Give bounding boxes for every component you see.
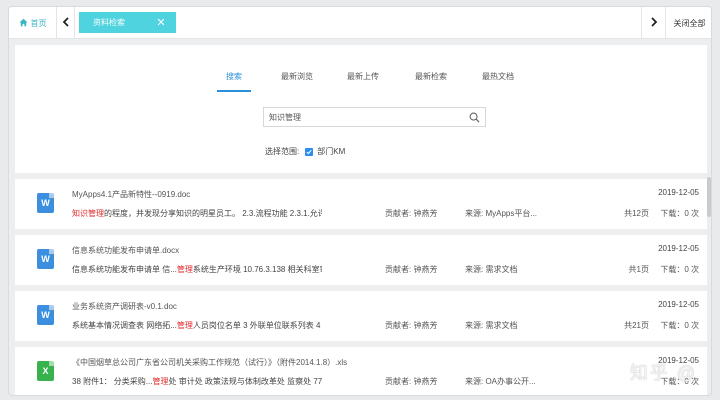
app-frame: 首页 资料检索 ✕ 关闭全部 搜索 最新浏览 最新上传 最新检索 最热文档 知识… — [8, 6, 712, 396]
chevron-right-icon — [650, 17, 658, 29]
search-icon[interactable] — [469, 112, 480, 123]
tab-search[interactable]: 搜索 — [217, 71, 251, 92]
checkbox-checked-icon[interactable] — [305, 147, 314, 156]
result-date: 2019-12-05 — [658, 300, 699, 309]
scope-selector: 选择范围: 部门KM — [265, 146, 345, 157]
snippet-highlight: 知识管理 — [72, 209, 104, 218]
word-file-icon: W — [37, 249, 54, 269]
snippet-highlight: 管理 — [176, 265, 193, 274]
result-downloads: 下载：0 次 — [660, 265, 699, 274]
search-input-value: 知识管理 — [269, 112, 301, 122]
scope-label: 选择范围: — [265, 147, 300, 156]
result-downloads: 下载：0 次 — [660, 209, 699, 218]
result-title[interactable]: 信息系统功能发布申请单.docx — [72, 245, 179, 256]
result-snippet: 信息系统功能发布申请单 信...管理系统生产环境 10.76.3.138 相关科… — [72, 265, 322, 274]
tab-scroll-left-button[interactable] — [57, 7, 75, 39]
result-contributor: 贡献者: 钟燕芳 — [385, 321, 438, 330]
result-pages: 共12页 — [624, 209, 649, 218]
result-date: 2019-12-05 — [658, 188, 699, 197]
result-card[interactable]: W 业务系统资产调研表-v0.1.doc 2019-12-05 系统基本情况调查… — [15, 291, 707, 341]
close-all-button[interactable]: 关闭全部 — [665, 7, 711, 39]
snippet-highlight: 管理 — [152, 377, 169, 386]
tab-bar: 首页 资料检索 ✕ 关闭全部 — [9, 7, 711, 39]
result-snippet: 38 附件1： 分类采购...管理处 审计处 政策法规与体制改革处 监察处 77… — [72, 377, 322, 386]
result-source: 来源: MyApps平台... — [465, 209, 538, 218]
result-snippet: 知识管理的程度，并发现分享知识的明星员工。 2.3.流程功能 2.3.1.允许加… — [72, 209, 322, 218]
tab-recent-search[interactable]: 最新检索 — [411, 71, 451, 89]
result-title[interactable]: 业务系统资产调研表-v0.1.doc — [72, 301, 177, 312]
search-tabs: 搜索 最新浏览 最新上传 最新检索 最热文档 — [15, 71, 707, 92]
tab-active-label: 资料检索 — [93, 18, 125, 27]
result-source: 来源: 需求文档 — [465, 321, 518, 330]
tab-active[interactable]: 资料检索 ✕ — [79, 12, 176, 33]
result-contributor: 贡献者: 钟燕芳 — [385, 209, 438, 218]
scope-option-label: 部门KM — [317, 147, 346, 156]
chevron-left-icon — [62, 17, 70, 29]
tab-scroll-right-button[interactable] — [641, 7, 665, 39]
result-card[interactable]: W MyApps4.1产品新特性--0919.doc 2019-12-05 知识… — [15, 179, 707, 229]
result-source: 来源: OA办事公开... — [465, 377, 536, 386]
result-pages: 共21页 — [624, 321, 649, 330]
watermark: 知乎 @ — [629, 363, 697, 383]
home-tab[interactable]: 首页 — [9, 7, 57, 39]
result-date: 2019-12-05 — [658, 244, 699, 253]
search-input[interactable]: 知识管理 — [263, 107, 486, 127]
scrollbar[interactable] — [707, 177, 711, 217]
result-card[interactable]: X 《中国烟草总公司广东省公司机关采购工作规范（试行）》（附件2014.1.8）… — [15, 347, 707, 395]
scope-option-dept-km[interactable]: 部门KM — [305, 146, 345, 157]
result-title[interactable]: MyApps4.1产品新特性--0919.doc — [72, 189, 190, 200]
result-pages: 共1页 — [628, 265, 649, 274]
tab-hot-docs[interactable]: 最热文档 — [478, 71, 518, 89]
result-contributor: 贡献者: 钟燕芳 — [385, 377, 438, 386]
snippet-highlight: 管理 — [176, 321, 193, 330]
close-icon[interactable]: ✕ — [154, 15, 168, 29]
word-file-icon: W — [37, 305, 54, 325]
home-icon — [18, 18, 28, 29]
result-title[interactable]: 《中国烟草总公司广东省公司机关采购工作规范（试行）》（附件2014.1.8）.x… — [72, 357, 347, 368]
result-downloads: 下载：0 次 — [660, 321, 699, 330]
result-source: 来源: 需求文档 — [465, 265, 518, 274]
home-label: 首页 — [30, 18, 47, 28]
tab-recent-upload[interactable]: 最新上传 — [343, 71, 383, 89]
result-card[interactable]: W 信息系统功能发布申请单.docx 2019-12-05 信息系统功能发布申请… — [15, 235, 707, 285]
result-snippet: 系统基本情况调查表 网络拓...管理人员岗位名单 3 外联单位联系列表 4 人.… — [72, 321, 322, 330]
tab-recent-browse[interactable]: 最新浏览 — [277, 71, 317, 89]
search-panel: 搜索 最新浏览 最新上传 最新检索 最热文档 知识管理 选择范围: 部门KM — [15, 45, 707, 173]
excel-file-icon: X — [37, 361, 54, 381]
word-file-icon: W — [37, 193, 54, 213]
result-contributor: 贡献者: 钟燕芳 — [385, 265, 438, 274]
